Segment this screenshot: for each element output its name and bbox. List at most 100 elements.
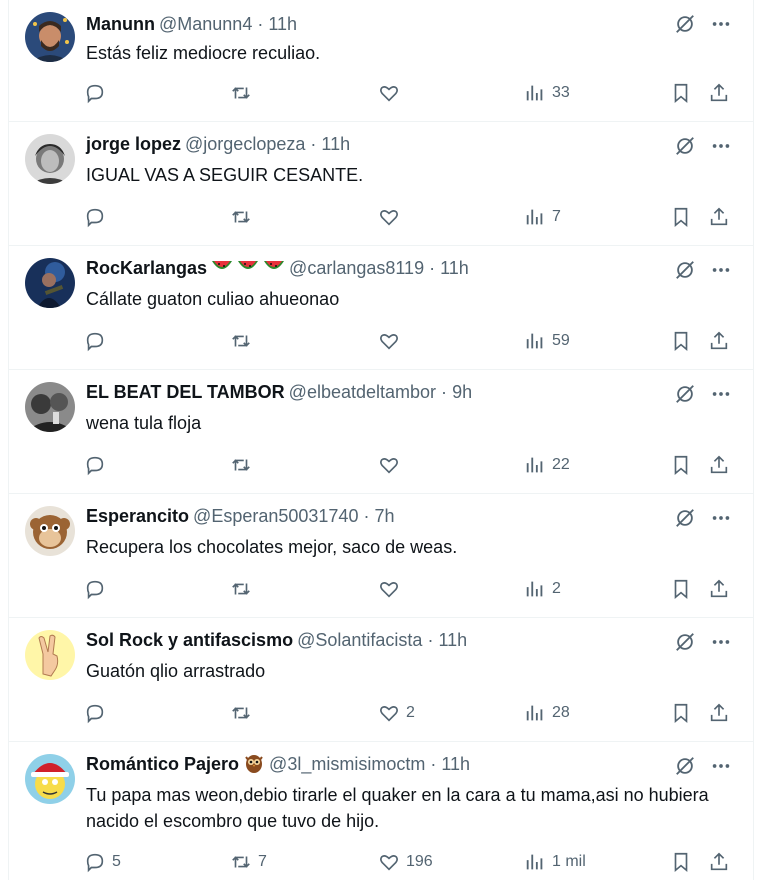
- avatar[interactable]: [25, 630, 75, 680]
- timestamp[interactable]: 7h: [374, 506, 394, 526]
- reply-button[interactable]: [84, 204, 112, 230]
- views-button[interactable]: 7: [524, 204, 561, 230]
- more-options-icon[interactable]: [709, 630, 733, 654]
- like-button[interactable]: [378, 204, 406, 230]
- more-options-icon[interactable]: [709, 12, 733, 36]
- like-button[interactable]: 196: [378, 849, 433, 875]
- bookmark-button[interactable]: [670, 700, 692, 726]
- avatar[interactable]: [25, 134, 75, 184]
- display-name[interactable]: Esperancito: [86, 506, 189, 526]
- display-name[interactable]: Sol Rock y antifascismo: [86, 630, 293, 650]
- tweet[interactable]: RocKarlangas @carlangas8119 · 11h Cállate…: [9, 246, 753, 370]
- tweet[interactable]: EL BEAT DEL TAMBOR @elbeatdeltambor · 9h …: [9, 370, 753, 494]
- bookmark-icon: [674, 579, 688, 600]
- user-handle[interactable]: @Esperan50031740: [193, 506, 358, 526]
- share-button[interactable]: [708, 576, 730, 602]
- avatar[interactable]: [25, 506, 75, 556]
- share-button[interactable]: [708, 80, 730, 106]
- grok-icon[interactable]: [673, 630, 697, 654]
- display-name[interactable]: RocKarlangas: [86, 258, 207, 278]
- share-button[interactable]: [708, 328, 730, 354]
- share-button[interactable]: [708, 700, 730, 726]
- reply-button[interactable]: [84, 328, 112, 354]
- reply-button[interactable]: [84, 80, 112, 106]
- avatar[interactable]: [25, 754, 75, 804]
- timestamp[interactable]: 11h: [268, 14, 297, 34]
- retweet-button[interactable]: [230, 700, 258, 726]
- heart-icon: [380, 855, 398, 871]
- retweet-icon: [232, 856, 250, 868]
- grok-icon[interactable]: [673, 12, 697, 36]
- share-button[interactable]: [708, 849, 730, 875]
- share-button[interactable]: [708, 452, 730, 478]
- display-name[interactable]: jorge lopez: [86, 134, 181, 154]
- reply-button[interactable]: [84, 700, 112, 726]
- avatar[interactable]: [25, 382, 75, 432]
- user-handle[interactable]: @Manunn4: [159, 14, 252, 34]
- grok-icon[interactable]: [673, 506, 697, 530]
- retweet-button[interactable]: [230, 576, 258, 602]
- like-button[interactable]: [378, 576, 406, 602]
- tweet-actions: 5 7 196 1 mil: [84, 849, 744, 875]
- bookmark-button[interactable]: [670, 452, 692, 478]
- tweet[interactable]: Sol Rock y antifascismo @Solantifacista ·…: [9, 618, 753, 742]
- views-button[interactable]: 59: [524, 328, 570, 354]
- grok-icon[interactable]: [673, 754, 697, 778]
- display-name[interactable]: EL BEAT DEL TAMBOR: [86, 382, 285, 402]
- more-options-icon[interactable]: [709, 134, 733, 158]
- retweet-button[interactable]: [230, 328, 258, 354]
- tweet-top-actions: [673, 258, 733, 282]
- reply-button[interactable]: [84, 452, 112, 478]
- reply-button[interactable]: [84, 576, 112, 602]
- bookmark-button[interactable]: [670, 849, 692, 875]
- user-handle[interactable]: @3l_mismisimoctm: [269, 754, 425, 774]
- timestamp[interactable]: 9h: [452, 382, 472, 402]
- user-handle[interactable]: @carlangas8119: [289, 258, 424, 278]
- like-button[interactable]: [378, 452, 406, 478]
- bookmark-icon: [674, 331, 688, 352]
- display-name[interactable]: Manunn: [86, 14, 155, 34]
- tweet[interactable]: Romántico Pajero @3l_mismisimoctm · 11h T…: [9, 742, 753, 880]
- retweet-button[interactable]: 7: [230, 849, 267, 875]
- bookmark-button[interactable]: [670, 204, 692, 230]
- more-options-icon[interactable]: [709, 506, 733, 530]
- views-button[interactable]: 2: [524, 576, 561, 602]
- bookmark-button[interactable]: [670, 576, 692, 602]
- views-icon: [526, 581, 543, 597]
- like-button[interactable]: 2: [378, 700, 415, 726]
- tweet[interactable]: Esperancito @Esperan50031740 · 7h Recuper…: [9, 494, 753, 618]
- views-button[interactable]: 33: [524, 80, 570, 106]
- tweet[interactable]: jorge lopez @jorgeclopeza · 11h IGUAL VAS…: [9, 122, 753, 246]
- views-button[interactable]: 28: [524, 700, 570, 726]
- more-options-icon[interactable]: [709, 258, 733, 282]
- like-button[interactable]: [378, 328, 406, 354]
- retweet-button[interactable]: [230, 204, 258, 230]
- grok-icon[interactable]: [673, 382, 697, 406]
- bookmark-button[interactable]: [670, 80, 692, 106]
- reply-button[interactable]: 5: [84, 849, 121, 875]
- timestamp[interactable]: 11h: [440, 258, 469, 278]
- views-button[interactable]: 22: [524, 452, 570, 478]
- retweet-icon: [232, 211, 250, 223]
- more-options-icon[interactable]: [709, 382, 733, 406]
- retweet-button[interactable]: [230, 452, 258, 478]
- views-button[interactable]: 1 mil: [524, 849, 586, 875]
- tweet[interactable]: Manunn @Manunn4 · 11h Estás feliz mediocr…: [9, 0, 753, 122]
- grok-icon[interactable]: [673, 258, 697, 282]
- avatar[interactable]: [25, 12, 75, 62]
- retweet-button[interactable]: [230, 80, 258, 106]
- grok-icon[interactable]: [673, 134, 697, 158]
- timestamp[interactable]: 11h: [321, 134, 350, 154]
- user-handle[interactable]: @jorgeclopeza: [185, 134, 305, 154]
- like-button[interactable]: [378, 80, 406, 106]
- timestamp[interactable]: 11h: [441, 754, 470, 774]
- avatar[interactable]: [25, 258, 75, 308]
- share-button[interactable]: [708, 204, 730, 230]
- user-handle[interactable]: @elbeatdeltambor: [289, 382, 436, 402]
- tweet-top-actions: [673, 630, 733, 654]
- bookmark-button[interactable]: [670, 328, 692, 354]
- user-handle[interactable]: @Solantifacista: [297, 630, 422, 650]
- timestamp[interactable]: 11h: [438, 630, 467, 650]
- more-options-icon[interactable]: [709, 754, 733, 778]
- display-name[interactable]: Romántico Pajero: [86, 754, 239, 774]
